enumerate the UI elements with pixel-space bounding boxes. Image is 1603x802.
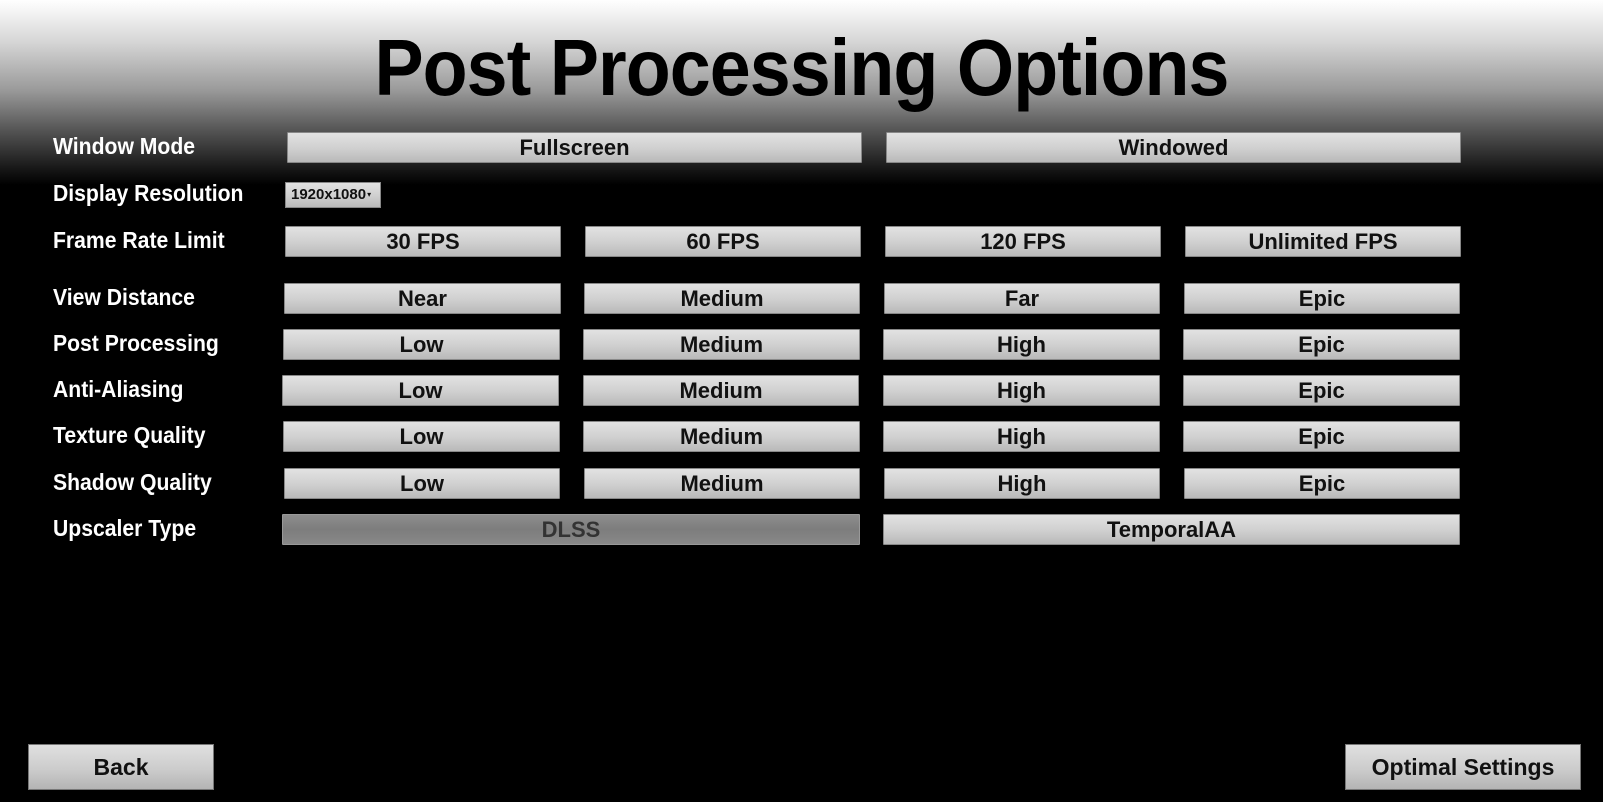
view-distance-near-button[interactable]: Near bbox=[284, 283, 561, 314]
back-button[interactable]: Back bbox=[28, 744, 214, 790]
window-mode-windowed-button[interactable]: Windowed bbox=[886, 132, 1461, 163]
anti-aliasing-low-button[interactable]: Low bbox=[282, 375, 559, 406]
post-processing-high-button[interactable]: High bbox=[883, 329, 1160, 360]
post-processing-medium-button[interactable]: Medium bbox=[583, 329, 860, 360]
post-processing-epic-button[interactable]: Epic bbox=[1183, 329, 1460, 360]
resolution-value: 1920x1080 bbox=[291, 186, 367, 203]
shadow-quality-low-button[interactable]: Low bbox=[284, 468, 560, 499]
chevron-down-icon: ▾ bbox=[367, 190, 372, 200]
fps-60-button[interactable]: 60 FPS bbox=[585, 226, 861, 257]
post-processing-low-button[interactable]: Low bbox=[283, 329, 560, 360]
shadow-quality-epic-button[interactable]: Epic bbox=[1184, 468, 1460, 499]
window-mode-fullscreen-button[interactable]: Fullscreen bbox=[287, 132, 862, 163]
resolution-dropdown[interactable]: 1920x1080▾ bbox=[285, 182, 381, 208]
fps-unlimited-button[interactable]: Unlimited FPS bbox=[1185, 226, 1461, 257]
frame-rate-label: Frame Rate Limit bbox=[53, 227, 225, 253]
texture-quality-label: Texture Quality bbox=[53, 422, 206, 448]
anti-aliasing-high-button[interactable]: High bbox=[883, 375, 1160, 406]
display-resolution-label: Display Resolution bbox=[53, 180, 244, 206]
anti-aliasing-medium-button[interactable]: Medium bbox=[583, 375, 859, 406]
anti-aliasing-epic-button[interactable]: Epic bbox=[1183, 375, 1460, 406]
texture-quality-low-button[interactable]: Low bbox=[283, 421, 560, 452]
texture-quality-high-button[interactable]: High bbox=[883, 421, 1160, 452]
window-mode-label: Window Mode bbox=[53, 133, 196, 159]
upscaler-temporalaa-button[interactable]: TemporalAA bbox=[883, 514, 1460, 545]
shadow-quality-high-button[interactable]: High bbox=[884, 468, 1160, 499]
anti-aliasing-label: Anti-Aliasing bbox=[53, 376, 184, 402]
shadow-quality-medium-button[interactable]: Medium bbox=[584, 468, 860, 499]
page-title: Post Processing Options bbox=[374, 23, 1229, 112]
view-distance-far-button[interactable]: Far bbox=[884, 283, 1160, 314]
optimal-settings-button[interactable]: Optimal Settings bbox=[1345, 744, 1581, 790]
upscaler-dlss-button: DLSS bbox=[282, 514, 860, 545]
fps-30-button[interactable]: 30 FPS bbox=[285, 226, 561, 257]
view-distance-epic-button[interactable]: Epic bbox=[1184, 283, 1460, 314]
upscaler-type-label: Upscaler Type bbox=[53, 515, 197, 541]
texture-quality-medium-button[interactable]: Medium bbox=[583, 421, 860, 452]
view-distance-label: View Distance bbox=[53, 284, 195, 310]
post-processing-label: Post Processing bbox=[53, 330, 219, 356]
shadow-quality-label: Shadow Quality bbox=[53, 469, 212, 495]
texture-quality-epic-button[interactable]: Epic bbox=[1183, 421, 1460, 452]
view-distance-medium-button[interactable]: Medium bbox=[584, 283, 860, 314]
fps-120-button[interactable]: 120 FPS bbox=[885, 226, 1161, 257]
